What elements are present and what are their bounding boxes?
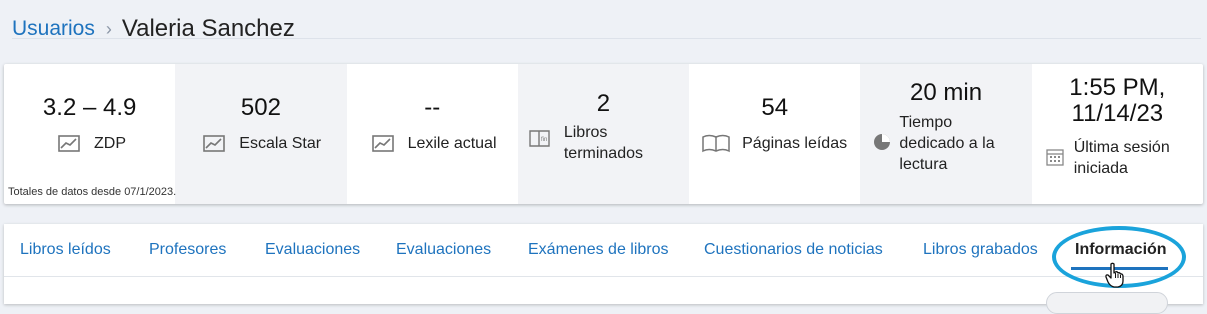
- stat-libros-terminados: 2 fin Libros terminados: [517, 64, 690, 204]
- stat-label: Última sesión iniciada: [1073, 139, 1170, 177]
- data-since-note: Totales de datos desde 07/1/2023.: [8, 186, 177, 198]
- tab-libros-leidos[interactable]: Libros leídos: [20, 241, 111, 259]
- tab-libros-grabados[interactable]: Libros grabados: [923, 241, 1038, 259]
- stat-tiempo-lectura: 20 min Tiempo dedicado a la lectura: [860, 64, 1032, 204]
- hand-pointer-icon: [1105, 262, 1124, 288]
- stat-value: 3.2 – 4.9: [42, 94, 137, 121]
- breadcrumb: Usuarios › Valeria Sanchez: [12, 14, 295, 44]
- trend-chart-icon: [371, 135, 394, 152]
- calendar-icon: [1046, 149, 1064, 166]
- stat-value: --: [424, 94, 441, 121]
- stat-value: 1:55 PM, 11/14/23: [1069, 74, 1166, 127]
- tab-bar: Libros leídos Profesores Evaluaciones Ev…: [4, 224, 1203, 277]
- stat-label: Lexile actual: [407, 135, 497, 152]
- svg-text:fin: fin: [541, 137, 547, 143]
- tab-cuestionarios-de-noticias[interactable]: Cuestionarios de noticias: [704, 241, 883, 259]
- tab-evaluaciones-1[interactable]: Evaluaciones: [265, 241, 360, 259]
- tab-examenes-de-libros[interactable]: Exámenes de libros: [528, 241, 669, 259]
- tab-evaluaciones-2[interactable]: Evaluaciones: [396, 241, 491, 259]
- stat-value: 20 min: [910, 79, 983, 106]
- stat-label: Tiempo dedicado a la lectura: [899, 114, 995, 173]
- stat-value: 502: [240, 94, 281, 121]
- book-fin-icon: fin: [529, 130, 550, 147]
- action-button[interactable]: [1046, 292, 1168, 314]
- pie-clock-icon: [874, 134, 891, 150]
- stat-label: Páginas leídas: [742, 135, 848, 152]
- stat-lexile-actual: -- Lexile actual: [347, 64, 518, 204]
- stat-zdp: 3.2 – 4.9 ZDP: [4, 64, 175, 204]
- tab-profesores[interactable]: Profesores: [149, 241, 226, 259]
- header-divider: [12, 38, 1201, 39]
- open-book-icon: [702, 134, 730, 153]
- stat-paginas-leidas: 54 Páginas leídas: [689, 64, 860, 204]
- stat-value: 2: [596, 90, 611, 117]
- trend-chart-icon: [58, 135, 80, 152]
- breadcrumb-separator: ›: [105, 18, 112, 39]
- stat-label: ZDP: [94, 135, 126, 152]
- stat-ultima-sesion: 1:55 PM, 11/14/23 Última sesión iniciada: [1032, 64, 1203, 204]
- trend-chart-icon: [203, 135, 226, 152]
- stats-card: 3.2 – 4.9 ZDP 502 Escala Star -- Lexile …: [4, 64, 1203, 204]
- stat-label: Escala Star: [239, 135, 322, 152]
- tabs-panel: Libros leídos Profesores Evaluaciones Ev…: [4, 224, 1203, 314]
- stat-label: Libros terminados: [563, 124, 643, 162]
- stat-escala-star: 502 Escala Star: [175, 64, 347, 204]
- stat-value: 54: [761, 94, 789, 121]
